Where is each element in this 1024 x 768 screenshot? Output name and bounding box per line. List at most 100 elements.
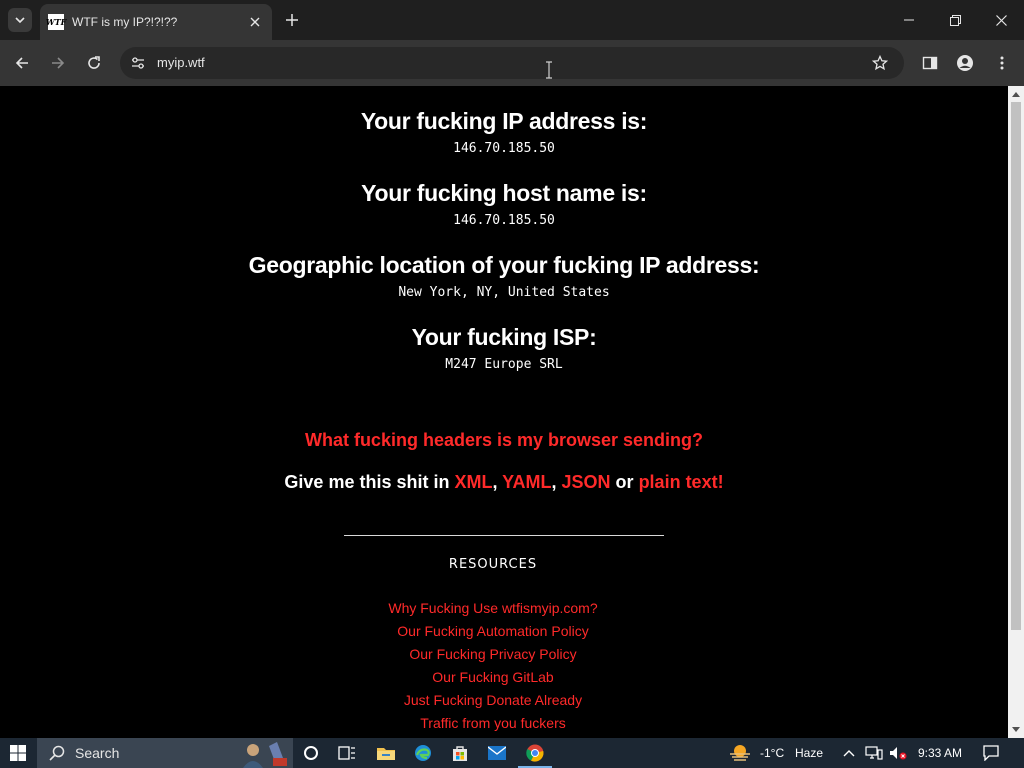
bookmark-button[interactable]	[870, 53, 890, 73]
store-icon	[453, 746, 467, 761]
close-icon	[995, 14, 1007, 26]
isp-value: M247 Europe SRL	[445, 357, 563, 372]
haze-icon	[730, 745, 750, 761]
yaml-link[interactable]: YAML	[502, 472, 551, 492]
isp-section: Your fucking ISP: M247 Europe SRL	[0, 324, 1008, 372]
edge-button[interactable]	[412, 742, 434, 764]
weather-widget[interactable]	[728, 742, 752, 764]
ip-value: 146.70.185.50	[453, 141, 555, 156]
hostname-value: 146.70.185.50	[453, 213, 555, 228]
ip-section: Your fucking IP address is: 146.70.185.5…	[0, 108, 1008, 156]
browser-toolbar: myip.wtf	[0, 40, 1024, 86]
formats-line: Give me this shit in XML, YAML, JSON or …	[0, 472, 1008, 493]
resources-heading: RESOURCES	[448, 557, 538, 572]
reload-icon	[88, 56, 100, 69]
resource-link[interactable]: Our Fucking Automation Policy	[0, 620, 986, 643]
scroll-thumb[interactable]	[1011, 102, 1021, 630]
task-view-icon	[338, 746, 355, 760]
search-label: Search	[75, 745, 120, 761]
volume-muted-icon	[890, 747, 907, 760]
tab-search-button[interactable]	[8, 8, 32, 32]
arrow-right-icon	[52, 57, 65, 69]
site-info-button[interactable]	[128, 53, 148, 73]
formats-comma: ,	[492, 472, 503, 492]
scroll-down-button[interactable]	[1008, 722, 1024, 738]
clock-time[interactable]: 9:33 AM	[918, 746, 962, 760]
task-view-button[interactable]	[300, 742, 322, 764]
profile-button[interactable]	[953, 51, 977, 75]
new-tab-button[interactable]	[282, 10, 302, 30]
resource-link[interactable]: Our Fucking GitLab	[0, 666, 986, 689]
taskbar-search[interactable]: Search	[37, 738, 293, 768]
chrome-button[interactable]	[524, 742, 546, 764]
resource-link[interactable]: Why Fucking Use wtfismyip.com?	[0, 597, 986, 620]
menu-button[interactable]	[990, 51, 1014, 75]
browser-tab[interactable]: WTF WTF is my IP?!?!??	[40, 4, 272, 40]
url-text: myip.wtf	[157, 55, 205, 70]
restore-icon	[949, 14, 961, 26]
hostname-section: Your fucking host name is: 146.70.185.50	[0, 180, 1008, 228]
network-button[interactable]	[864, 742, 884, 764]
xml-link[interactable]: XML	[454, 472, 492, 492]
network-icon	[865, 746, 883, 760]
reload-button[interactable]	[82, 51, 106, 75]
location-section: Geographic location of your fucking IP a…	[0, 252, 1008, 300]
forward-button[interactable]	[46, 51, 70, 75]
address-bar[interactable]: myip.wtf	[120, 47, 904, 79]
vertical-scrollbar[interactable]	[1008, 86, 1024, 738]
resource-link[interactable]: Just Fucking Donate Already	[0, 689, 986, 712]
divider	[344, 535, 664, 536]
tab-strip: WTF WTF is my IP?!?!??	[0, 0, 1024, 40]
cortana-icon	[304, 746, 318, 760]
mail-icon	[488, 746, 506, 760]
resource-link[interactable]: Traffic from you fuckers	[0, 712, 986, 735]
restore-button[interactable]	[932, 0, 978, 40]
isp-heading: Your fucking ISP:	[411, 324, 597, 350]
store-button[interactable]	[449, 742, 471, 764]
location-value: New York, NY, United States	[398, 285, 610, 300]
taskbar: Search -1°C Haze 9:33 AM	[0, 738, 1024, 768]
side-panel-icon	[922, 56, 938, 70]
triangle-down-icon	[1012, 727, 1020, 732]
close-window-button[interactable]	[978, 0, 1024, 40]
formats-comma: ,	[551, 472, 562, 492]
headers-link[interactable]: What fucking headers is my browser sendi…	[0, 430, 1008, 451]
windows-icon	[10, 745, 26, 761]
side-panel-button[interactable]	[918, 51, 942, 75]
weather-temperature: -1°C	[760, 746, 785, 760]
plus-icon	[286, 14, 298, 26]
task-view-button[interactable]	[336, 742, 358, 764]
close-tab-button[interactable]	[246, 13, 264, 31]
back-button[interactable]	[10, 51, 34, 75]
file-explorer-button[interactable]	[375, 742, 397, 764]
text-cursor-icon	[546, 61, 552, 79]
close-icon	[250, 17, 260, 27]
location-heading: Geographic location of your fucking IP a…	[248, 252, 760, 278]
start-button[interactable]	[0, 738, 36, 768]
tab-title: WTF is my IP?!?!??	[72, 15, 178, 29]
volume-button[interactable]	[888, 742, 908, 764]
formats-prefix: Give me this shit in	[284, 472, 455, 492]
search-icon	[49, 745, 65, 761]
minimize-button[interactable]	[886, 0, 932, 40]
arrow-left-icon	[15, 57, 28, 69]
show-hidden-icons-button[interactable]	[840, 742, 858, 764]
plain-text-link[interactable]: plain text!	[639, 472, 724, 492]
weather-description: Haze	[795, 746, 824, 760]
notifications-button[interactable]	[980, 742, 1002, 764]
profile-icon	[957, 55, 973, 71]
mail-button[interactable]	[486, 742, 508, 764]
edge-icon	[415, 745, 431, 761]
scroll-up-button[interactable]	[1008, 86, 1024, 102]
resource-link[interactable]: Our Fucking Privacy Policy	[0, 643, 986, 666]
hostname-heading: Your fucking host name is:	[361, 180, 647, 206]
search-highlight-icon	[243, 742, 287, 768]
minimize-icon	[904, 19, 914, 21]
kebab-menu-icon	[1000, 56, 1004, 70]
chrome-icon	[526, 744, 544, 762]
chevron-up-icon	[843, 750, 855, 757]
json-link[interactable]: JSON	[562, 472, 611, 492]
tune-icon	[132, 57, 144, 69]
notification-icon	[983, 745, 999, 761]
chevron-down-icon	[15, 17, 25, 24]
